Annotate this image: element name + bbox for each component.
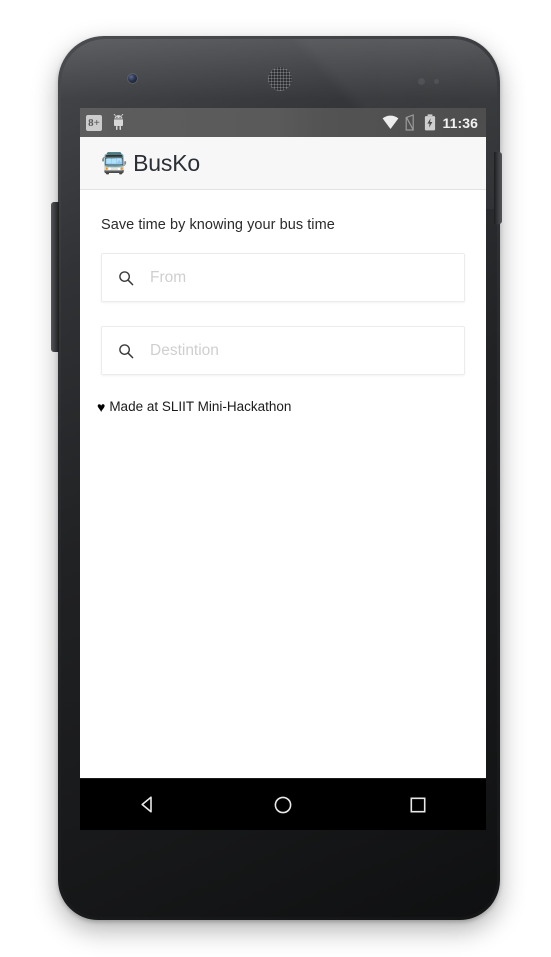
wifi-icon [382,115,399,130]
search-icon [102,270,150,286]
phone-screen: 8+ 11:36 🚍 BusKo Save time by knowing yo… [80,108,486,830]
battery-charging-icon [424,114,436,131]
from-input[interactable] [150,268,464,287]
home-button[interactable] [247,779,319,831]
heart-icon: ♥ [97,398,106,415]
app-title: BusKo [133,149,200,176]
google-plus-icon: 8+ [86,114,102,131]
recents-button[interactable] [382,779,454,831]
triangle-left-icon [141,796,152,813]
credit-line: ♥ Made at SLIIT Mini-Hackathon [97,399,465,414]
no-sim-icon [405,114,418,131]
back-button[interactable] [112,779,184,831]
android-navigation-bar [80,778,486,830]
front-camera [128,74,137,83]
destination-field[interactable] [101,326,465,375]
status-bar-system-icons: 11:36 [382,114,478,131]
square-icon [410,796,426,812]
credit-text: Made at SLIIT Mini-Hackathon [109,399,292,414]
circle-icon [274,796,292,813]
from-field[interactable] [101,253,465,302]
proximity-sensor-icon [418,78,425,85]
volume-rocker-button[interactable] [51,202,59,352]
screenshot-root: 8+ 11:36 🚍 BusKo Save time by knowing yo… [0,0,551,957]
status-bar-notifications: 8+ [86,114,126,131]
destination-input[interactable] [150,341,464,360]
earpiece-speaker [268,67,292,91]
app-content: Save time by knowing your bus time From … [80,190,486,830]
android-status-bar: 8+ 11:36 [80,108,486,137]
search-icon [102,343,150,359]
android-droid-icon [111,114,126,131]
tagline: Save time by knowing your bus time [101,217,335,233]
light-sensor-icon [434,79,439,84]
bus-icon: 🚍 [101,151,128,175]
app-bar: 🚍 BusKo [80,137,486,190]
status-bar-clock: 11:36 [442,114,478,131]
power-button[interactable] [494,152,502,224]
